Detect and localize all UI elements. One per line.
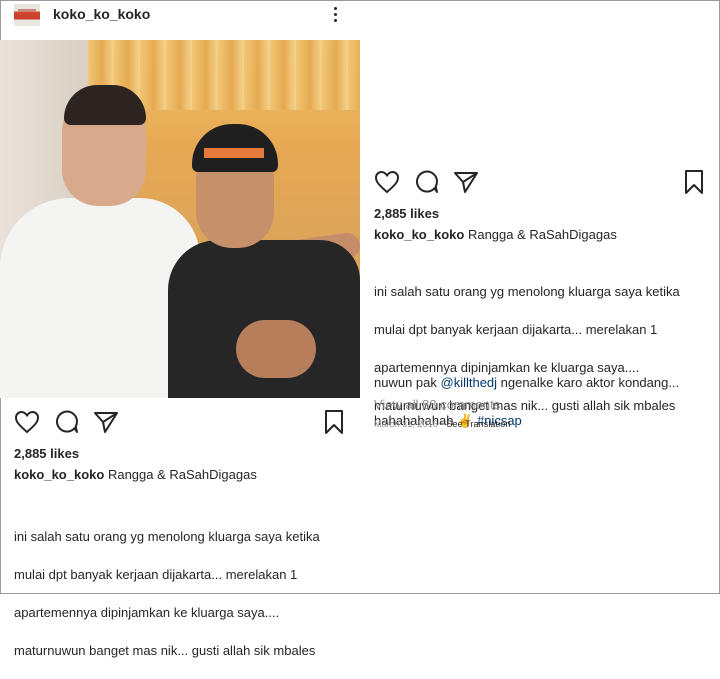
caption-line: mulai dpt banyak kerjaan dijakarta... me… <box>374 322 658 337</box>
comment-icon[interactable] <box>414 170 440 194</box>
more-options-icon[interactable] <box>330 5 342 25</box>
caption-username[interactable]: koko_ko_koko <box>374 227 464 242</box>
post-date-row: March 31, 2016 • See Translation <box>374 419 510 429</box>
caption-first-line: koko_ko_koko Rangga & RaSahDigagas <box>374 227 617 242</box>
post-date: March 31, 2016 <box>374 419 438 429</box>
post-photo[interactable] <box>0 40 360 398</box>
caption-line: apartemennya dipinjamkan ke kluarga saya… <box>14 605 280 620</box>
view-comments-link[interactable]: View all 88 comments <box>374 397 500 412</box>
heart-icon[interactable] <box>14 410 40 434</box>
bookmark-icon[interactable] <box>323 409 345 435</box>
post-header: koko_ko_koko <box>0 0 360 30</box>
caption-title: Rangga & RaSahDigagas <box>107 467 257 482</box>
caption-line: maturnuwun banget mas nik... gusti allah… <box>14 643 316 658</box>
heart-icon[interactable] <box>374 170 400 194</box>
mention-link[interactable]: @killthedj <box>441 375 498 390</box>
bookmark-icon[interactable] <box>683 169 705 195</box>
caption-line: nuwun pak @killthedj ngenalke karo aktor… <box>374 375 680 390</box>
post-username[interactable]: koko_ko_koko <box>53 6 150 22</box>
caption-title: Rangga & RaSahDigagas <box>467 227 617 242</box>
send-icon[interactable] <box>453 170 479 194</box>
caption-first-line: koko_ko_koko Rangga & RaSahDigagas <box>14 467 257 482</box>
send-icon[interactable] <box>93 410 119 434</box>
see-translation-link[interactable]: See Translation <box>446 419 510 429</box>
caption-username[interactable]: koko_ko_koko <box>14 467 104 482</box>
caption-line: ini salah satu orang yg menolong kluarga… <box>374 284 680 299</box>
likes-count[interactable]: 2,885 likes <box>14 446 79 461</box>
caption-line: ini salah satu orang yg menolong kluarga… <box>14 529 320 544</box>
caption-line: mulai dpt banyak kerjaan dijakarta... me… <box>14 567 298 582</box>
comment-icon[interactable] <box>54 410 80 434</box>
likes-count[interactable]: 2,885 likes <box>374 206 439 221</box>
avatar[interactable] <box>14 4 40 26</box>
